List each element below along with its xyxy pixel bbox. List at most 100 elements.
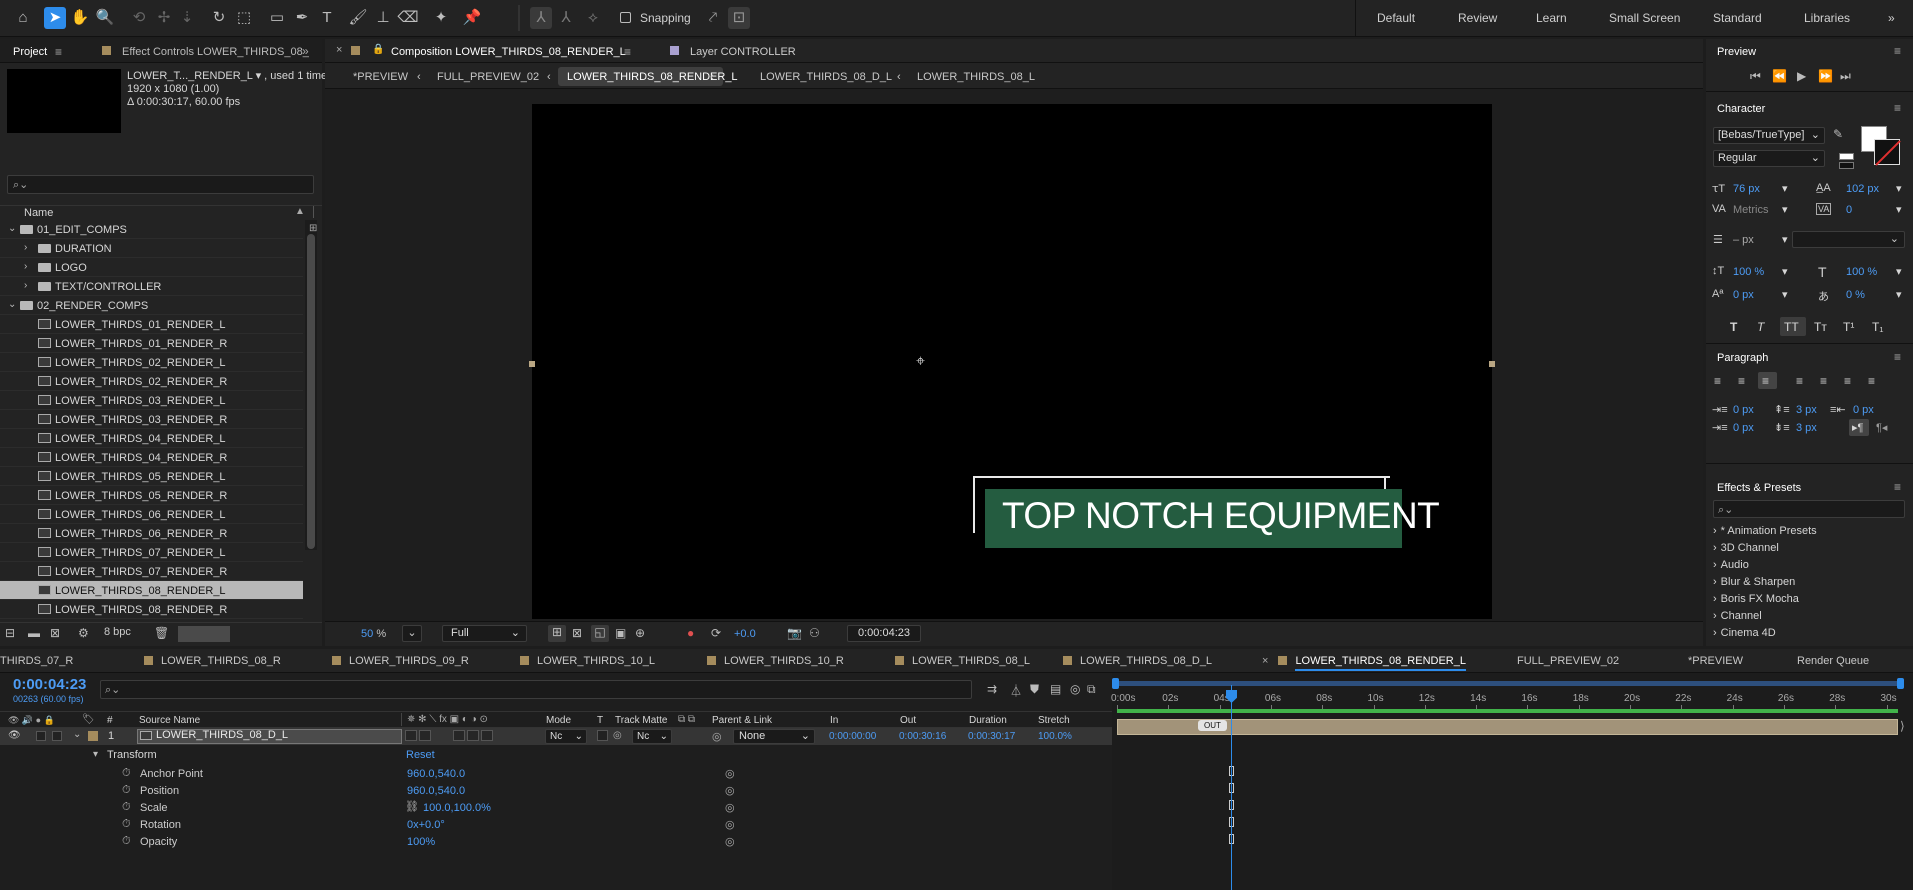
preview-menu-icon[interactable]: ≡ <box>1894 44 1901 58</box>
stopwatch-icon[interactable]: ⏱ <box>122 784 131 797</box>
first-frame-icon[interactable]: ⏮ <box>1750 69 1761 84</box>
track-matte-link-icon[interactable]: ◎ <box>613 730 622 741</box>
motion-blur-icon[interactable]: ◎ <box>1070 682 1080 696</box>
effect-category[interactable]: › * Animation Presets <box>1713 525 1817 537</box>
new-comp-icon[interactable]: ⊠ <box>50 626 60 640</box>
reset-exposure-icon[interactable]: ⟳ <box>711 626 721 640</box>
visibility-eye-icon[interactable]: 👁 <box>8 730 21 741</box>
home-icon[interactable]: ⌂ <box>12 7 34 29</box>
flowchart-icon[interactable]: ⊞ <box>309 223 317 234</box>
project-settings-icon[interactable]: ⚙ <box>78 626 89 640</box>
project-comp-item[interactable]: LOWER_THIRDS_05_RENDER_R <box>0 486 303 505</box>
col-track-matte[interactable]: Track Matte <box>615 715 667 726</box>
layer-stretch[interactable]: 100.0% <box>1038 731 1072 742</box>
subscript-icon[interactable]: T₁ <box>1872 320 1883 334</box>
channel-icon[interactable]: ● <box>687 626 694 640</box>
puppet-pin-icon[interactable]: 📌 <box>461 7 483 29</box>
label-tag-icon[interactable]: 🏷 <box>82 714 95 725</box>
baseline-shift-value[interactable]: 0 px <box>1733 289 1754 301</box>
align-right-icon[interactable]: ≡ <box>1762 374 1769 388</box>
transparency-grid-icon[interactable]: ⊠ <box>572 626 582 640</box>
paragraph-menu-icon[interactable]: ≡ <box>1894 350 1901 364</box>
pen-tool-icon[interactable]: ✒ <box>291 7 313 29</box>
align-left-icon[interactable]: ≡ <box>1714 374 1721 388</box>
show-snapshot-icon[interactable]: ⚇ <box>809 626 820 640</box>
effects-search-input[interactable]: ⌕⌄ <box>1713 500 1905 518</box>
timeline-tab[interactable]: LOWER_THIRDS_10_L <box>520 655 655 667</box>
project-folder[interactable]: ⌄ 01_EDIT_COMPS <box>0 220 303 239</box>
effect-category[interactable]: › Cinema 4D <box>1713 627 1776 639</box>
disclosure-closed-icon[interactable]: › <box>1713 559 1717 571</box>
snapshot-icon[interactable]: 📷 <box>787 626 802 640</box>
disclosure-closed-icon[interactable]: › <box>24 280 27 291</box>
col-source-name[interactable]: Source Name <box>139 715 200 726</box>
panel-overflow-icon[interactable]: » <box>302 44 309 58</box>
project-comp-item[interactable]: LOWER_THIRDS_06_RENDER_L <box>0 505 303 524</box>
frame-blending-icon[interactable]: ▤ <box>1050 682 1061 696</box>
preserve-transparency-toggle[interactable] <box>597 730 608 741</box>
kerning-value[interactable]: Metrics <box>1733 204 1768 216</box>
region-of-interest-icon[interactable]: ▣ <box>615 626 626 640</box>
justify-left-icon[interactable]: ≡ <box>1796 374 1803 388</box>
property-value[interactable]: 960.0,540.0 <box>407 768 465 780</box>
project-menu-icon[interactable]: ≡ <box>55 45 62 59</box>
rotate-tool-icon[interactable]: ↻ <box>208 7 230 29</box>
col-parent[interactable]: Parent & Link <box>712 715 772 726</box>
breadcrumb-d-l[interactable]: LOWER_THIRDS_08_D_L <box>760 71 892 83</box>
new-folder-icon[interactable]: ▬ <box>28 626 40 640</box>
project-scrollbar[interactable] <box>305 220 317 550</box>
timeline-tab[interactable]: FULL_PREVIEW_02 <box>1517 655 1619 667</box>
brush-tool-icon[interactable]: 🖌 <box>347 7 369 29</box>
parent-dropdown[interactable]: None ⌄ <box>733 729 815 744</box>
last-frame-icon[interactable]: ⏭ <box>1840 69 1851 84</box>
parent-pickwhip-icon[interactable]: ◎ <box>712 730 722 743</box>
anchor-point-icon[interactable]: ⌖ <box>916 353 925 371</box>
bit-depth-label[interactable]: 8 bpc <box>104 626 131 638</box>
project-comp-item[interactable]: LOWER_THIRDS_04_RENDER_R <box>0 448 303 467</box>
character-menu-icon[interactable]: ≡ <box>1894 101 1901 115</box>
layer-in-point[interactable]: 0:00:00:00 <box>829 731 876 742</box>
justify-center-icon[interactable]: ≡ <box>1820 374 1827 388</box>
timeline-tab[interactable]: LOWER_THIRDS_09_R <box>332 655 469 667</box>
expression-pickwhip-icon[interactable]: ◎ <box>725 835 735 848</box>
sort-up-icon[interactable]: ▲ <box>295 206 305 217</box>
prev-frame-icon[interactable]: ⏪ <box>1772 69 1787 83</box>
indent-left-value[interactable]: 0 px <box>1733 404 1754 416</box>
ltr-direction-icon[interactable]: ▸¶ <box>1852 421 1863 434</box>
project-comp-item[interactable]: LOWER_THIRDS_02_RENDER_L <box>0 353 303 372</box>
align-center-icon[interactable]: ≡ <box>1738 374 1745 388</box>
track-matte-dropdown[interactable]: Nc ⌄ <box>632 729 672 744</box>
project-comp-item[interactable]: LOWER_THIRDS_04_RENDER_L <box>0 429 303 448</box>
indent-right-value[interactable]: 0 px <box>1853 404 1874 416</box>
snap-options-icon[interactable]: ⤤ <box>702 7 724 29</box>
layer-tab[interactable]: Layer CONTROLLER <box>690 46 796 58</box>
stopwatch-icon[interactable]: ⏱ <box>122 767 131 780</box>
timeline-tab[interactable]: Render Queue <box>1797 655 1869 667</box>
expression-pickwhip-icon[interactable]: ◎ <box>725 801 735 814</box>
project-comp-item[interactable]: LOWER_THIRDS_03_RENDER_L <box>0 391 303 410</box>
effect-category[interactable]: › Channel <box>1713 610 1762 622</box>
effect-controls-tab[interactable]: Effect Controls LOWER_THIRDS_08_ <box>122 46 309 58</box>
disclosure-closed-icon[interactable]: › <box>1713 627 1717 639</box>
lock-icon[interactable]: 🔒 <box>372 44 384 55</box>
timeline-graph-area[interactable]: 0:00s 02s 04s 06s 08s 10s 12s 14s 16s 18s 20s 22s 24… <box>1111 673 1913 890</box>
hide-shy-icon[interactable]: ⛊ <box>1030 682 1039 697</box>
bounding-handle-right[interactable] <box>1489 361 1495 367</box>
timeline-tab[interactable]: × LOWER_THIRDS_08_RENDER_L <box>1262 655 1466 671</box>
pan-camera-icon[interactable]: ✢ <box>153 7 175 29</box>
layer-label-color[interactable] <box>88 731 98 741</box>
transform-expand-icon[interactable]: ▾ <box>93 749 98 760</box>
playhead-line[interactable] <box>1231 685 1232 890</box>
project-comp-item[interactable]: LOWER_THIRDS_07_RENDER_R <box>0 562 303 581</box>
workspace-small-screen[interactable]: Small Screen <box>1609 11 1680 25</box>
stopwatch-icon[interactable]: ⏱ <box>122 818 131 831</box>
next-frame-icon[interactable]: ⏩ <box>1818 69 1833 83</box>
stroke-type-dropdown[interactable]: ⌄ <box>1792 231 1905 248</box>
comp-viewer-canvas[interactable]: ⌖ TOP NOTCH EQUIPMENT <box>529 104 1495 619</box>
timeline-tab[interactable]: *PREVIEW <box>1688 655 1743 667</box>
project-comp-item[interactable]: LOWER_THIRDS_08_RENDER_L <box>0 581 303 600</box>
name-column-header[interactable]: Name <box>24 207 53 219</box>
expression-pickwhip-icon[interactable]: ◎ <box>725 818 735 831</box>
stopwatch-icon[interactable]: ⏱ <box>122 835 131 848</box>
col-out[interactable]: Out <box>900 715 916 726</box>
